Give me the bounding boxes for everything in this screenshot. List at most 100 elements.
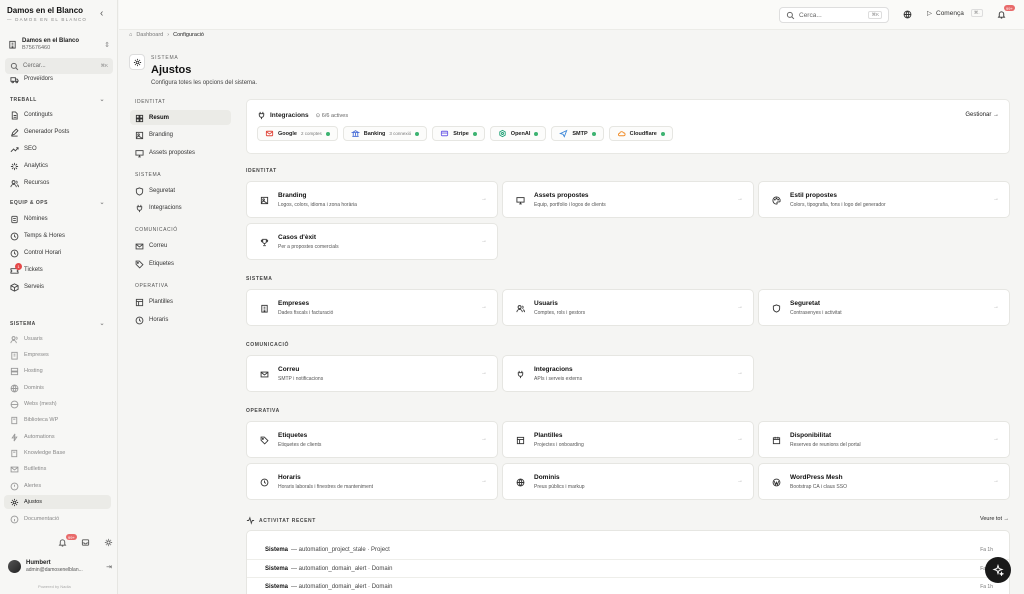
arrow-right-icon: →	[481, 370, 487, 376]
card-description: Logos, colors, idioma i zona horària	[278, 202, 357, 208]
card-integracions[interactable]: Integracions APIs i serveis externs →	[502, 355, 754, 392]
sidebar-item-generador-posts[interactable]: Generador Posts	[10, 126, 69, 138]
sidebar-item-serveis[interactable]: Serveis	[10, 281, 44, 293]
subnav-item-horaris[interactable]: Horaris	[135, 314, 168, 326]
card-description: Bootstrap CA i claus SSO	[790, 484, 847, 490]
sidebar-item-webs[interactable]: Webs (mesh)	[10, 398, 57, 410]
start-button[interactable]: ▷ Comença ⌘.	[927, 9, 983, 17]
sidebar-item-knowledge-base[interactable]: Knowledge Base	[10, 447, 65, 459]
card-seguretat[interactable]: Seguretat Contrasenyes i activitat →	[758, 289, 1010, 326]
subnav-section-comunicacio: COMUNICACIÓ	[135, 227, 178, 233]
brand[interactable]: Damos en el Blanco — DAMOS EN EL BLANCO	[7, 6, 87, 22]
activity-row[interactable]: Sistema — automation_domain_alert · Doma…	[247, 559, 1009, 577]
card-branding[interactable]: Branding Logos, colors, idioma i zona hor…	[246, 181, 498, 218]
sidebar-item-analytics[interactable]: Analytics	[10, 160, 48, 172]
arrow-right-icon: →	[481, 478, 487, 484]
sidebar-item-nomines[interactable]: Nòmines	[10, 213, 48, 225]
sidebar-section-equip[interactable]: EQUIP & OPS ⌄	[10, 200, 105, 206]
activity-row[interactable]: Sistema — automation_domain_alert · Doma…	[247, 577, 1009, 594]
clock-icon	[10, 232, 19, 241]
sidebar-item-label: Hosting	[24, 368, 43, 374]
language-globe-icon[interactable]	[903, 10, 912, 19]
bell-icon[interactable]: 99+	[997, 5, 1015, 19]
arrow-right-icon: →	[481, 196, 487, 202]
bell-icon[interactable]: 99+	[58, 534, 77, 547]
card-dominis[interactable]: Dominis Preus públics i markup →	[502, 463, 754, 500]
home-icon[interactable]: ⌂	[129, 32, 132, 38]
activity-time: Fa 1h	[980, 583, 993, 590]
activity-text: — automation_project_stale · Project	[291, 547, 390, 553]
sun-icon[interactable]	[104, 538, 113, 547]
card-usuaris[interactable]: Usuaris Comptes, rols i gestors →	[502, 289, 754, 326]
tag-icon	[260, 436, 269, 445]
user-menu[interactable]: Humbert admin@damosenelblan... ⇥	[8, 560, 112, 573]
ai-assistant-button[interactable]	[985, 557, 1011, 583]
global-search[interactable]: Cerca... ⌘K	[779, 7, 889, 23]
sidebar-item-proveidors[interactable]: Proveïdors	[10, 73, 53, 85]
sidebar-item-ajustos[interactable]: Ajustos	[10, 496, 42, 508]
subnav-item-correu[interactable]: Correu	[135, 240, 167, 252]
card-wordpress-mesh[interactable]: WordPress Mesh Bootstrap CA i claus SSO →	[758, 463, 1010, 500]
sidebar-item-alertes[interactable]: Alertes	[10, 480, 41, 492]
card-casos-exit[interactable]: Casos d'èxit Per a propostes comercials →	[246, 223, 498, 260]
card-assets-propostes[interactable]: Assets propostes Equip, portfolio i logos…	[502, 181, 754, 218]
plug-icon	[516, 370, 525, 379]
sidebar-item-empreses[interactable]: Empreses	[10, 349, 49, 361]
activity-row[interactable]: Sistema — automation_project_stale · Pro…	[247, 541, 1009, 559]
sidebar-item-tickets[interactable]: 1 Tickets	[10, 262, 43, 276]
card-correu[interactable]: Correu SMTP i notificacions →	[246, 355, 498, 392]
collapse-sidebar-icon[interactable]: ‹	[100, 8, 103, 19]
sidebar-item-documentacio[interactable]: Documentació	[10, 513, 59, 525]
sidebar-section-sistema[interactable]: SISTEMA ⌄	[10, 321, 105, 327]
card-horaris[interactable]: Horaris Horaris laborals i finestres de m…	[246, 463, 498, 500]
sidebar-item-label: Continguts	[24, 112, 53, 118]
sidebar-item-label: Alertes	[24, 483, 42, 489]
sidebar-item-butlletins[interactable]: Butlletins	[10, 463, 46, 475]
integration-chip-stripe[interactable]: Stripe	[432, 126, 485, 141]
card-plantilles[interactable]: Plantilles Projectes i onboarding →	[502, 421, 754, 458]
building-icon	[8, 40, 17, 49]
subnav-item-plantilles[interactable]: Plantilles	[135, 296, 173, 308]
org-switcher[interactable]: Damos en el Blanco B75676460 ⇕	[8, 38, 110, 51]
sidebar-item-control-horari[interactable]: Control Horari	[10, 247, 61, 259]
subnav-item-assets-propostes[interactable]: Assets propostes	[135, 147, 195, 159]
logout-icon[interactable]: ⇥	[106, 563, 112, 571]
integration-chip-cloudflare[interactable]: Cloudflare	[608, 126, 673, 141]
sidebar-item-hosting[interactable]: Hosting	[10, 365, 43, 377]
sidebar-bottom-actions: 99+	[58, 534, 113, 547]
sidebar-item-seo[interactable]: SEO	[10, 143, 37, 155]
sidebar-item-label: Butlletins	[24, 466, 47, 472]
subnav-item-seguretat[interactable]: Seguretat	[135, 185, 175, 197]
activity-see-all-link[interactable]: Veure tot →	[980, 516, 1009, 522]
subnav-item-integracions[interactable]: Integracions	[135, 202, 182, 214]
sidebar-section-treball[interactable]: TREBALL ⌄	[10, 97, 105, 103]
sidebar-item-label: Serveis	[24, 284, 45, 290]
integration-chip-banking[interactable]: Banking 3 connexió	[342, 126, 428, 141]
card-empreses[interactable]: Empreses Dades fiscals i facturació →	[246, 289, 498, 326]
sidebar-item-usuaris[interactable]: Usuaris	[10, 333, 43, 345]
breadcrumb-home[interactable]: Dashboard	[136, 32, 163, 38]
integration-chip-openai[interactable]: OpenAI	[489, 126, 547, 141]
integration-chip-google[interactable]: Google 2 comptes	[257, 126, 338, 141]
card-disponibilitat[interactable]: Disponibilitat Reserves de reunions del p…	[758, 421, 1010, 458]
subnav-item-label: Integracions	[149, 205, 182, 211]
subnav-item-resum[interactable]: Resum	[135, 112, 169, 124]
card-estil-propostes[interactable]: Estil propostes Colors, tipografia, fons …	[758, 181, 1010, 218]
sidebar-search[interactable]: Cercar... ⌘K	[5, 58, 113, 74]
sidebar-item-biblioteca-wp[interactable]: Biblioteca WP	[10, 414, 58, 426]
sidebar-item-automations[interactable]: Automations	[10, 431, 55, 443]
integration-chip-smtp[interactable]: SMTP	[551, 126, 604, 141]
sidebar-item-dominis[interactable]: Dominis	[10, 382, 44, 394]
sidebar-item-temps-hores[interactable]: Temps & Hores	[10, 230, 65, 242]
subnav-item-branding[interactable]: Branding	[135, 129, 173, 141]
chip-sub: 3 connexió	[389, 131, 412, 136]
sidebar-item-recursos[interactable]: Recursos	[10, 177, 49, 189]
doc-icon	[10, 515, 19, 524]
inbox-icon[interactable]	[81, 538, 90, 547]
sidebar-item-continguts[interactable]: Continguts	[10, 109, 53, 121]
arrow-right-icon: →	[737, 436, 743, 442]
card-etiquetes[interactable]: Etiquetes Etiquetes de clients →	[246, 421, 498, 458]
subnav-item-etiquetes[interactable]: Etiquetes	[135, 258, 174, 270]
integrations-manage-link[interactable]: Gestionar →	[965, 112, 999, 118]
chip-name: Banking	[363, 130, 386, 137]
